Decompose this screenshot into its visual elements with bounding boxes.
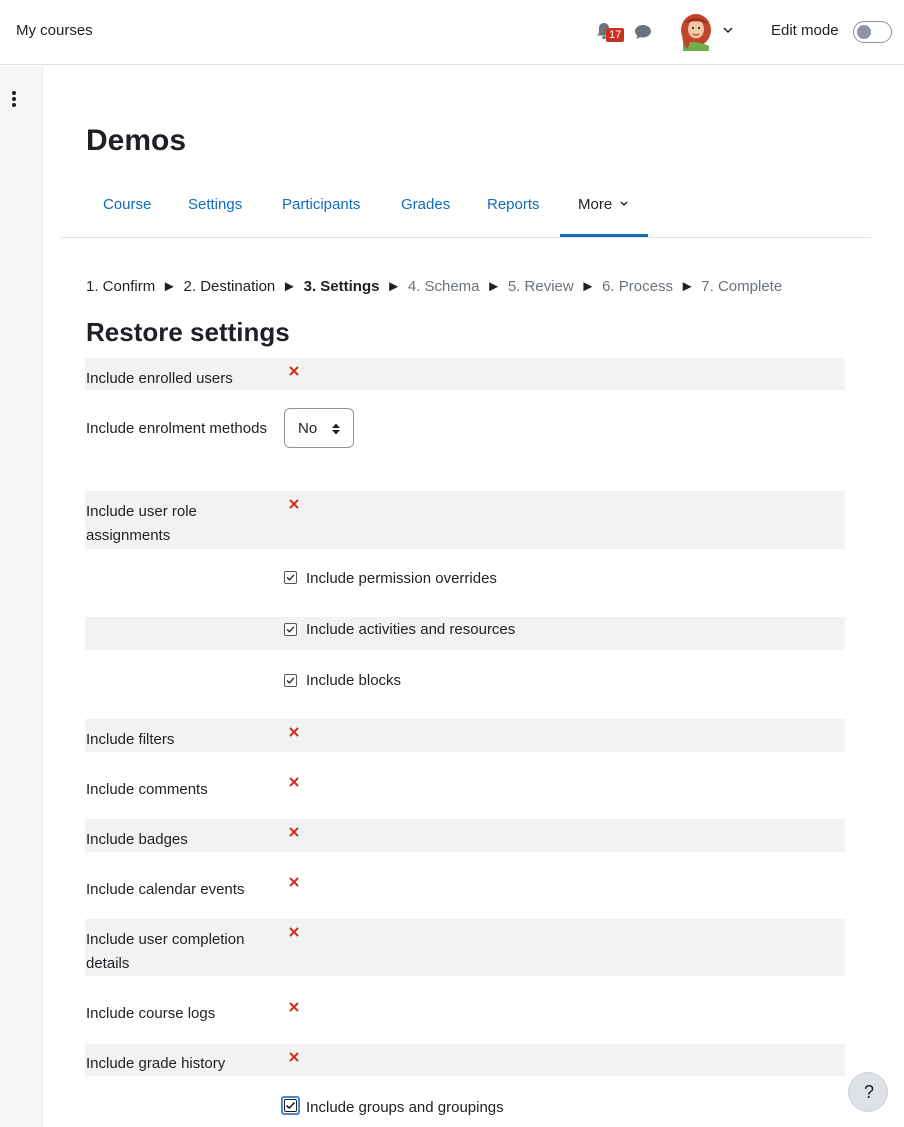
setting-label: Include user role assignments xyxy=(86,503,197,544)
select-arrows-icon xyxy=(332,423,340,435)
messages-icon[interactable] xyxy=(634,24,652,40)
setting-label: Include comments xyxy=(86,781,208,798)
disabled-x-icon xyxy=(289,827,299,837)
checkbox-checked-focused-icon[interactable] xyxy=(281,1096,300,1115)
progress-step-process: 6. Process xyxy=(602,278,673,295)
disabled-x-icon xyxy=(289,499,299,509)
checkbox-label: Include blocks xyxy=(306,672,402,689)
chevron-down-icon[interactable] xyxy=(722,24,734,36)
setting-row-blocks: Include blocks xyxy=(85,667,845,697)
setting-row-badges: Include badges xyxy=(85,819,845,852)
setting-label: Include badges xyxy=(86,831,188,848)
chevron-down-icon xyxy=(620,201,628,206)
top-navbar: My courses 17 Edit mode xyxy=(0,0,904,65)
progress-step-destination: 2. Destination xyxy=(183,278,276,295)
progress-step-confirm: 1. Confirm xyxy=(86,278,156,295)
progress-step-settings: 3. Settings xyxy=(303,278,380,295)
progress-step-complete: 7. Complete xyxy=(701,278,783,295)
setting-row-grade-history: Include grade history xyxy=(85,1044,845,1076)
active-tab-indicator xyxy=(560,234,648,237)
setting-label: Include filters xyxy=(86,731,175,748)
toggle-knob xyxy=(857,25,871,39)
setting-label: Include course logs xyxy=(86,1005,216,1022)
setting-row-comments: Include comments xyxy=(85,769,845,802)
question-mark-icon: ? xyxy=(863,1082,874,1102)
setting-row-permission-overrides: Include permission overrides xyxy=(85,565,845,595)
restore-settings-heading: Restore settings xyxy=(86,317,290,347)
tab-reports[interactable]: Reports xyxy=(487,196,540,213)
enrolment-methods-select[interactable]: No xyxy=(284,408,354,448)
disabled-x-icon xyxy=(289,777,299,787)
setting-label: Include enrolment methods xyxy=(86,420,267,437)
kebab-menu-icon[interactable] xyxy=(9,90,19,108)
notification-count-badge: 17 xyxy=(606,28,625,42)
course-index-drawer xyxy=(0,66,43,1127)
setting-row-enrolment-methods: Include enrolment methods No xyxy=(85,408,845,468)
progress-separator: ► xyxy=(161,278,177,295)
progress-separator: ► xyxy=(386,278,402,295)
setting-label: Include user completion details xyxy=(86,931,245,972)
checkbox-checked-icon[interactable] xyxy=(284,623,297,636)
setting-row-completion-details: Include user completion details xyxy=(85,919,845,976)
disabled-x-icon xyxy=(289,727,299,737)
disabled-x-icon xyxy=(289,1002,299,1012)
setting-row-enrolled-users: Include enrolled users xyxy=(85,358,845,390)
secondary-navigation: Course Settings Participants Grades Repo… xyxy=(61,186,871,238)
progress-step-schema: 4. Schema xyxy=(407,278,480,295)
progress-separator: ► xyxy=(580,278,596,295)
setting-row-groups: Include groups and groupings xyxy=(85,1092,845,1122)
disabled-x-icon xyxy=(289,877,299,887)
progress-separator: ► xyxy=(486,278,502,295)
checkbox-label: Include activities and resources xyxy=(306,621,516,638)
help-button[interactable]: ? xyxy=(848,1072,888,1112)
user-avatar[interactable] xyxy=(678,13,714,51)
tab-settings[interactable]: Settings xyxy=(188,196,242,213)
restore-progress-bar: 1. Confirm ► 2. Destination ► 3. Setting… xyxy=(86,278,782,295)
progress-separator: ► xyxy=(679,278,695,295)
page-title: Demos xyxy=(86,124,187,157)
edit-mode-label: Edit mode xyxy=(771,22,839,39)
checkbox-label: Include groups and groupings xyxy=(306,1099,504,1116)
setting-row-calendar-events: Include calendar events xyxy=(85,869,845,902)
tab-course[interactable]: Course xyxy=(103,196,151,213)
setting-label: Include enrolled users xyxy=(86,370,233,387)
disabled-x-icon xyxy=(289,366,299,376)
tab-more[interactable]: More xyxy=(578,196,629,213)
tab-participants[interactable]: Participants xyxy=(282,196,360,213)
setting-row-activities: Include activities and resources xyxy=(85,617,845,650)
progress-step-review: 5. Review xyxy=(507,278,574,295)
select-value: No xyxy=(298,420,318,437)
setting-row-role-assignments: Include user role assignments xyxy=(85,491,845,549)
setting-label: Include grade history xyxy=(86,1055,226,1072)
edit-mode-toggle[interactable] xyxy=(853,21,892,43)
tab-grades[interactable]: Grades xyxy=(401,196,450,213)
setting-row-filters: Include filters xyxy=(85,719,845,752)
my-courses-link[interactable]: My courses xyxy=(16,22,93,39)
notifications-button[interactable]: 17 xyxy=(596,22,625,44)
checkbox-checked-icon[interactable] xyxy=(284,674,297,687)
checkbox-checked-icon[interactable] xyxy=(284,571,297,584)
checkbox-label: Include permission overrides xyxy=(306,570,497,587)
setting-row-course-logs: Include course logs xyxy=(85,994,845,1027)
disabled-x-icon xyxy=(289,927,299,937)
progress-separator: ► xyxy=(282,278,297,295)
disabled-x-icon xyxy=(289,1052,299,1062)
setting-label: Include calendar events xyxy=(86,881,245,898)
tab-more-label: More xyxy=(578,196,613,213)
